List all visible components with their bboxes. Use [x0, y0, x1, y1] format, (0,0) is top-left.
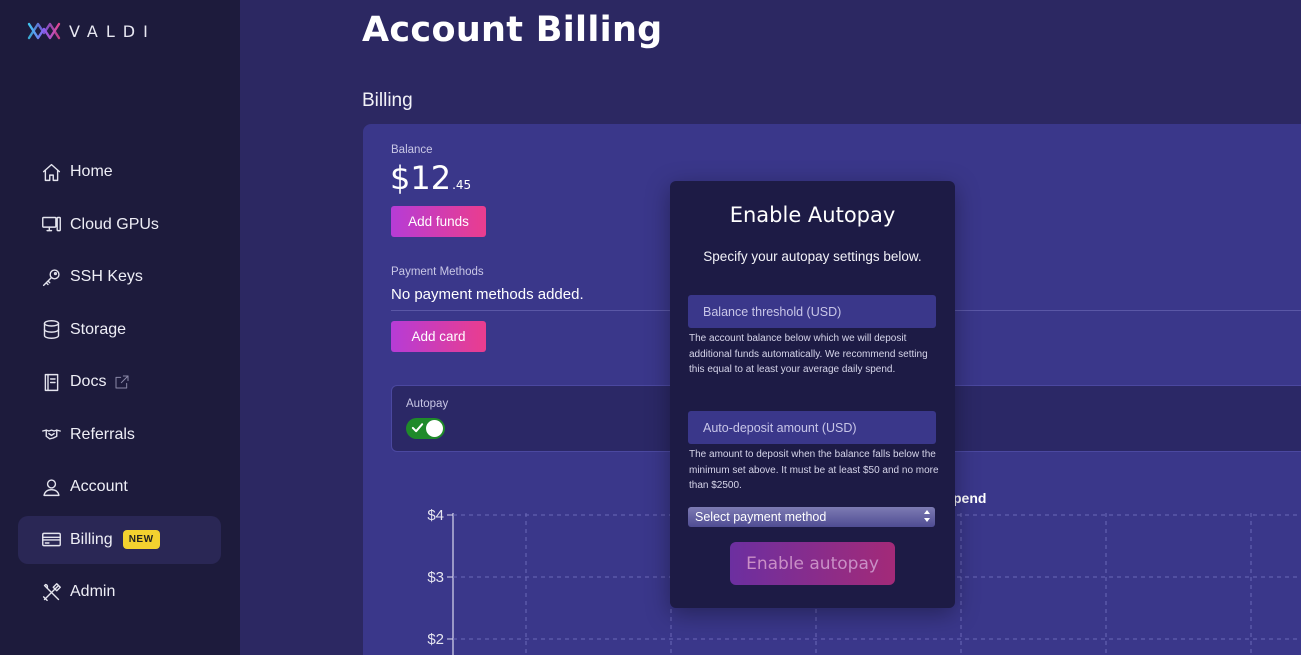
enable-autopay-button[interactable]: Enable autopay: [730, 542, 895, 585]
sidebar-item-label: Docs: [70, 373, 107, 390]
monitor-icon: [40, 214, 62, 236]
key-icon: [40, 266, 62, 288]
sidebar-item-admin[interactable]: Admin: [18, 568, 221, 616]
payment-method-select[interactable]: Select payment method: [688, 507, 935, 527]
sidebar-item-label: Billing: [70, 530, 113, 548]
sidebar-item-cloud-gpus[interactable]: Cloud GPUs: [18, 201, 221, 249]
sidebar-item-label: Home: [70, 163, 113, 180]
handshake-icon: [40, 424, 62, 446]
sidebar-item-account[interactable]: Account: [18, 463, 221, 511]
sidebar-item-referrals[interactable]: Referrals: [18, 411, 221, 459]
select-arrows-icon: [923, 509, 931, 526]
sidebar: VALDI Home Cloud GPUs SSH Keys Storage D…: [0, 0, 240, 655]
page-title: Account Billing: [362, 10, 663, 50]
sidebar-item-label: SSH Keys: [70, 268, 143, 285]
deposit-help-text: The amount to deposit when the balance f…: [689, 449, 939, 491]
book-icon: [40, 371, 62, 393]
credit-card-icon: [40, 529, 62, 551]
section-title: Billing: [362, 90, 413, 111]
external-link-icon: [114, 374, 130, 390]
enable-autopay-modal: Enable Autopay Specify your autopay sett…: [670, 181, 955, 608]
sidebar-item-billing[interactable]: Billing NEW: [18, 515, 221, 564]
sidebar-item-home[interactable]: Home: [18, 148, 221, 196]
brand-logo[interactable]: VALDI: [27, 20, 156, 42]
sidebar-item-storage[interactable]: Storage: [18, 306, 221, 354]
sidebar-nav: Home Cloud GPUs SSH Keys Storage Docs Re…: [18, 148, 221, 621]
user-icon: [40, 476, 62, 498]
select-value: Select payment method: [695, 510, 827, 524]
y-tick-label: $4: [427, 507, 444, 524]
sidebar-item-docs[interactable]: Docs: [18, 358, 221, 406]
database-icon: [40, 319, 62, 341]
sidebar-item-label: Referrals: [70, 425, 135, 443]
tools-icon: [40, 581, 62, 603]
sidebar-item-label: Account: [70, 478, 128, 495]
sidebar-item-ssh-keys[interactable]: SSH Keys: [18, 253, 221, 301]
threshold-help-text: The account balance below which we will …: [689, 333, 928, 375]
sidebar-item-label: Cloud GPUs: [70, 215, 159, 233]
brand-name: VALDI: [69, 21, 156, 41]
valdi-logo-icon: [27, 22, 61, 40]
sidebar-item-label: Storage: [70, 320, 127, 338]
modal-title: Enable Autopay: [729, 203, 896, 227]
y-tick-label: $2: [427, 631, 444, 648]
modal-subtitle: Specify your autopay settings below.: [703, 249, 922, 264]
sidebar-item-label: Admin: [70, 583, 116, 600]
new-badge: NEW: [122, 530, 160, 549]
home-icon: [40, 161, 62, 183]
auto-deposit-input[interactable]: [688, 411, 936, 444]
y-tick-label: $3: [427, 569, 444, 586]
balance-threshold-input[interactable]: [688, 295, 936, 328]
